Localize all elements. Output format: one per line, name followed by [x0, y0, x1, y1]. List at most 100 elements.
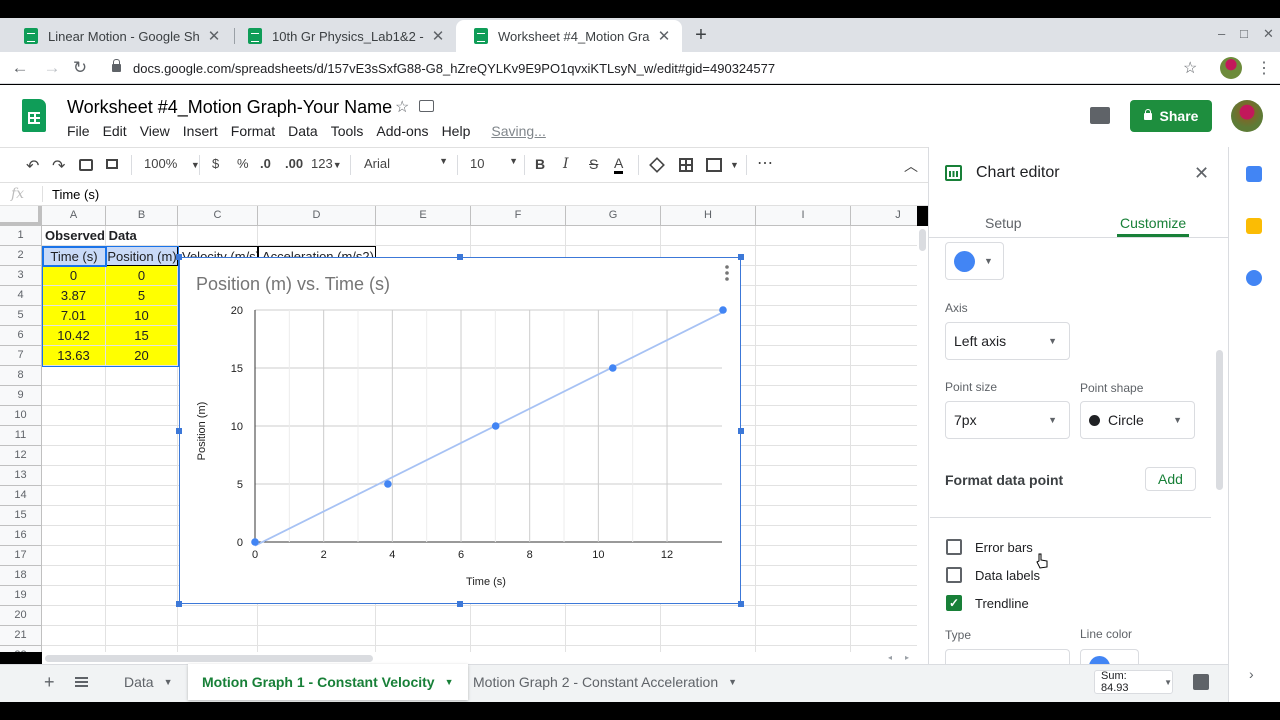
cell-i11[interactable] — [756, 426, 851, 446]
cell-b4[interactable]: 5 — [106, 286, 178, 306]
cell-a19[interactable] — [42, 586, 106, 606]
cell-b12[interactable] — [106, 446, 178, 466]
forward-icon[interactable]: → — [42, 58, 62, 78]
resize-handle-se[interactable] — [738, 601, 744, 607]
document-title[interactable]: Worksheet #4_Motion Graph-Your Name — [67, 97, 392, 118]
resize-handle-nw[interactable] — [176, 254, 182, 260]
cell-b13[interactable] — [106, 466, 178, 486]
row-header-7[interactable]: 7 — [0, 346, 42, 366]
comment-history-icon[interactable] — [1090, 107, 1110, 124]
cell-b6[interactable]: 15 — [106, 326, 178, 346]
expand-panel-icon[interactable]: › — [1249, 666, 1254, 682]
trendline-checkbox[interactable]: ✓ — [946, 595, 962, 611]
cell-a15[interactable] — [42, 506, 106, 526]
row-header-13[interactable]: 13 — [0, 466, 42, 486]
move-folder-icon[interactable] — [419, 100, 434, 112]
cell-j3[interactable] — [851, 266, 917, 286]
column-header-j[interactable]: J — [851, 206, 917, 226]
cell-i5[interactable] — [756, 306, 851, 326]
column-header-f[interactable]: F — [471, 206, 566, 226]
column-header-e[interactable]: E — [376, 206, 471, 226]
cell-i7[interactable] — [756, 346, 851, 366]
cell-a21[interactable] — [42, 626, 106, 646]
point-shape-select[interactable]: Circle ▼ — [1080, 401, 1195, 439]
data-point[interactable] — [384, 480, 392, 488]
column-header-i[interactable]: I — [756, 206, 851, 226]
menu-tools[interactable]: Tools — [331, 123, 364, 139]
formula-input[interactable]: Time (s) — [52, 187, 99, 202]
cell-b19[interactable] — [106, 586, 178, 606]
cell-b14[interactable] — [106, 486, 178, 506]
cell-a9[interactable] — [42, 386, 106, 406]
data-labels-checkbox[interactable] — [946, 567, 962, 583]
more-formats-select[interactable]: 123▼ — [311, 156, 342, 171]
menu-data[interactable]: Data — [288, 123, 318, 139]
resize-handle-sw[interactable] — [176, 601, 182, 607]
cell-j5[interactable] — [851, 306, 917, 326]
row-header-12[interactable]: 12 — [0, 446, 42, 466]
calendar-icon[interactable] — [1246, 166, 1262, 182]
cell-i18[interactable] — [756, 566, 851, 586]
increase-decimal-button[interactable]: .00 — [285, 156, 303, 171]
cell-j13[interactable] — [851, 466, 917, 486]
cell-j14[interactable] — [851, 486, 917, 506]
reload-icon[interactable]: ↻ — [70, 58, 90, 78]
new-tab-button[interactable]: + — [690, 24, 712, 46]
zoom-select[interactable]: 100% ▼ — [144, 156, 200, 171]
cell-g1[interactable] — [566, 226, 661, 246]
menu-file[interactable]: File — [67, 123, 90, 139]
row-header-21[interactable]: 21 — [0, 626, 42, 646]
cell-j11[interactable] — [851, 426, 917, 446]
row-header-20[interactable]: 20 — [0, 606, 42, 626]
cell-h21[interactable] — [661, 626, 756, 646]
close-tab-icon[interactable]: ✕ — [206, 27, 222, 45]
row-header-1[interactable]: 1 — [0, 226, 42, 246]
cell-g20[interactable] — [566, 606, 661, 626]
cell-j19[interactable] — [851, 586, 917, 606]
cell-j8[interactable] — [851, 366, 917, 386]
browser-tab-linear-motion[interactable]: Linear Motion - Google Sheets ✕ — [6, 20, 232, 52]
cell-e21[interactable] — [376, 626, 471, 646]
cell-a8[interactable] — [42, 366, 106, 386]
italic-button[interactable]: I — [563, 156, 569, 172]
cell-i8[interactable] — [756, 366, 851, 386]
cell-e1[interactable] — [376, 226, 471, 246]
column-header-g[interactable]: G — [566, 206, 661, 226]
cell-j18[interactable] — [851, 566, 917, 586]
column-header-a[interactable]: A — [42, 206, 106, 226]
column-header-d[interactable]: D — [258, 206, 376, 226]
percent-format-button[interactable]: % — [237, 156, 249, 171]
font-select[interactable]: Arial ▼ — [364, 156, 448, 171]
scroll-right-icon[interactable]: ▸ — [905, 653, 909, 662]
menu-format[interactable]: Format — [231, 123, 275, 139]
embedded-chart[interactable]: Position (m) vs. Time (s) 0 2 4 6 8 10 12 0 5 10… — [179, 257, 741, 604]
cell-j16[interactable] — [851, 526, 917, 546]
cell-i21[interactable] — [756, 626, 851, 646]
strikethrough-button[interactable]: S — [589, 156, 598, 172]
vertical-scroll-thumb[interactable] — [919, 229, 926, 251]
cell-a3[interactable]: 0 — [42, 266, 106, 286]
cell-b15[interactable] — [106, 506, 178, 526]
cell-j2[interactable] — [851, 246, 917, 266]
cell-j9[interactable] — [851, 386, 917, 406]
cell-j6[interactable] — [851, 326, 917, 346]
cell-f20[interactable] — [471, 606, 566, 626]
browser-tab-worksheet[interactable]: Worksheet #4_Motion Graph - Google Sheet… — [456, 20, 682, 52]
cell-j10[interactable] — [851, 406, 917, 426]
resize-handle-n[interactable] — [457, 254, 463, 260]
row-header-15[interactable]: 15 — [0, 506, 42, 526]
cell-b10[interactable] — [106, 406, 178, 426]
borders-icon[interactable] — [679, 158, 693, 172]
cell-b5[interactable]: 10 — [106, 306, 178, 326]
cell-j15[interactable] — [851, 506, 917, 526]
tasks-icon[interactable] — [1246, 270, 1262, 286]
cell-a4[interactable]: 3.87 — [42, 286, 106, 306]
tab-setup[interactable]: Setup — [985, 215, 1022, 231]
add-data-point-button[interactable]: Add — [1145, 467, 1196, 491]
row-header-16[interactable]: 16 — [0, 526, 42, 546]
row-header-22[interactable]: 22 — [0, 646, 42, 652]
profile-avatar[interactable] — [1220, 57, 1242, 79]
more-options-icon[interactable]: ⋯ — [757, 153, 773, 173]
cell-b11[interactable] — [106, 426, 178, 446]
cell-b16[interactable] — [106, 526, 178, 546]
